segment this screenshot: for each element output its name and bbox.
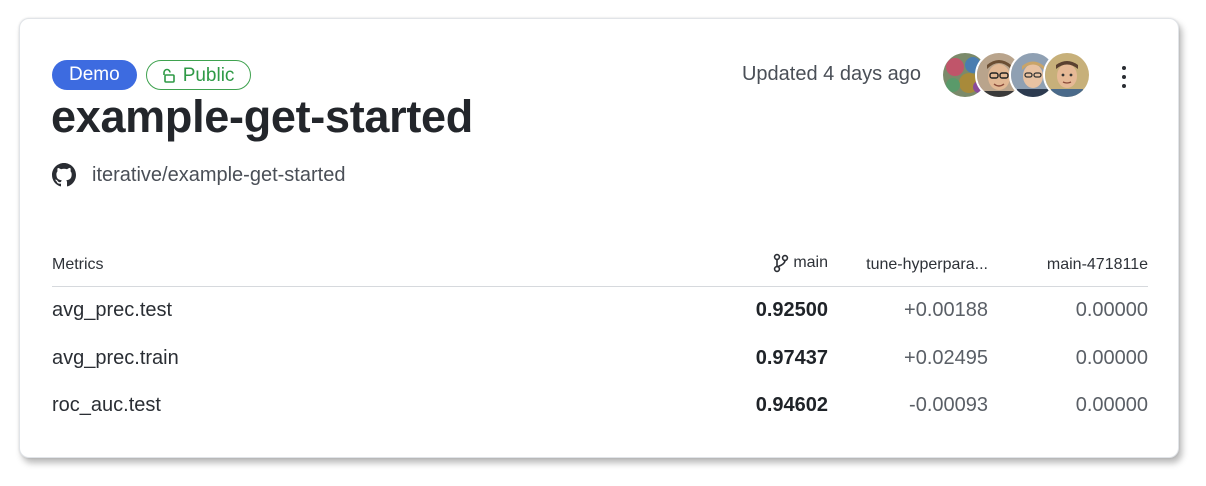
public-badge: Public — [145, 60, 252, 90]
main-value: 0.97437 — [755, 346, 828, 369]
repo-name: iterative/example-get-started — [92, 163, 346, 186]
metric-name: avg_prec.train — [52, 346, 179, 369]
demo-badge: Demo — [52, 60, 137, 90]
contributor-avatars[interactable] — [941, 51, 1091, 99]
metric-name: avg_prec.test — [52, 299, 173, 322]
project-card[interactable]: Demo Public example-get-started iterativ… — [19, 18, 1179, 458]
tune-hyperparams-diff: +0.00188 — [904, 299, 988, 322]
tune-hyperparams-diff: -0.00093 — [909, 394, 988, 417]
metric-name: roc_auc.test — [52, 394, 161, 417]
unlock-icon — [161, 67, 176, 83]
public-badge-label: Public — [182, 64, 235, 86]
table-row: roc_auc.test 0.94602 -0.00093 0.00000 — [52, 382, 1148, 430]
metrics-table: Metrics main tune-hyperpara... main-4718… — [52, 244, 1148, 430]
main-471811e-diff: 0.00000 — [1075, 394, 1148, 417]
main-column-label: main — [793, 253, 828, 271]
tune-hyperparams-diff: +0.02495 — [904, 346, 988, 369]
metrics-header: Metrics — [52, 244, 652, 287]
repo-link[interactable]: iterative/example-get-started — [52, 163, 345, 187]
table-row: avg_prec.test 0.92500 +0.00188 0.00000 — [52, 287, 1148, 335]
main-column-header[interactable]: main — [652, 244, 828, 287]
main-value: 0.92500 — [755, 299, 828, 322]
demo-badge-label: Demo — [69, 64, 120, 85]
badge-group: Demo Public — [52, 60, 252, 90]
main-value: 0.94602 — [755, 394, 828, 417]
avatar-4-icon[interactable] — [1043, 51, 1091, 99]
table-header-row: Metrics main tune-hyperpara... main-4718… — [52, 244, 1148, 287]
main-471811e-diff: 0.00000 — [1075, 346, 1148, 369]
project-title[interactable]: example-get-started — [51, 91, 473, 143]
main-471811e-diff: 0.00000 — [1075, 299, 1148, 322]
git-branch-icon — [773, 253, 789, 273]
updated-timestamp: Updated 4 days ago — [741, 63, 921, 85]
table-row: avg_prec.train 0.97437 +0.02495 0.00000 — [52, 335, 1148, 383]
github-icon — [52, 163, 76, 187]
tune-hyperparams-column-header[interactable]: tune-hyperpara... — [828, 244, 988, 287]
main-471811e-column-header[interactable]: main-471811e — [988, 244, 1148, 287]
more-options-icon[interactable] — [1112, 64, 1136, 90]
